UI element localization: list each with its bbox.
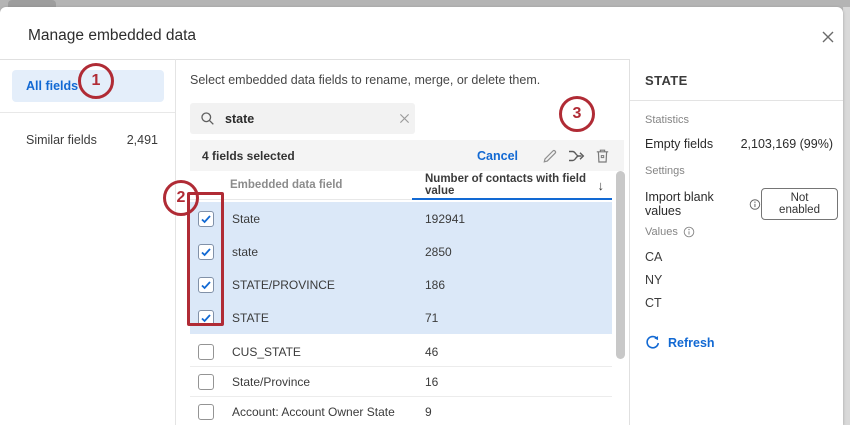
table-header-row: Embedded data field Number of contacts w…: [190, 171, 612, 200]
table-scrollbar-thumb[interactable]: [616, 171, 625, 359]
field-count: 71: [425, 311, 612, 325]
sidebar-divider: [175, 59, 176, 425]
dialog-window: Manage embedded data All fields Similar …: [0, 7, 843, 425]
field-name: Account: Account Owner State: [232, 405, 425, 419]
sidebar-horizontal-divider: [0, 112, 175, 113]
similar-fields-count: 2,491: [127, 133, 158, 147]
field-count: 16: [425, 375, 612, 389]
row-checkbox-unchecked[interactable]: [198, 344, 214, 360]
field-count: 46: [425, 345, 612, 359]
row-checkbox-unchecked[interactable]: [198, 404, 214, 420]
column-header-count[interactable]: Number of contacts with field value: [425, 173, 598, 197]
details-panel-title: STATE: [645, 73, 688, 88]
selection-action-bar: 4 fields selected Cancel: [190, 140, 624, 171]
refresh-values-button[interactable]: Refresh: [645, 335, 715, 350]
close-button[interactable]: [816, 25, 840, 49]
pencil-icon: [542, 148, 558, 164]
cancel-selection-button[interactable]: Cancel: [477, 149, 518, 163]
field-name: STATE/PROVINCE: [232, 278, 425, 292]
empty-fields-value: 2,103,169 (99%): [741, 137, 833, 151]
sorted-column-indicator: [412, 198, 612, 200]
all-fields-label: All fields: [26, 79, 78, 93]
similar-fields-label: Similar fields: [26, 133, 97, 147]
search-input[interactable]: [225, 112, 399, 126]
field-name: State: [232, 212, 425, 226]
annotation-step-2: 2: [163, 180, 199, 216]
instruction-text: Select embedded data fields to rename, m…: [190, 73, 540, 87]
field-name: STATE: [232, 311, 425, 325]
field-name: state: [232, 245, 425, 259]
empty-fields-stat: Empty fields 2,103,169 (99%): [645, 137, 833, 151]
refresh-icon: [645, 335, 660, 350]
annotation-step-3: 3: [559, 96, 595, 132]
rename-button[interactable]: [538, 145, 562, 167]
table-row[interactable]: State/Province 16: [190, 367, 612, 397]
value-item: CT: [645, 296, 662, 310]
value-item: CA: [645, 250, 662, 264]
header-divider: [0, 59, 629, 60]
search-clear-button[interactable]: [399, 113, 410, 124]
table-row[interactable]: STATE 71: [190, 301, 612, 334]
column-header-field: Embedded data field: [190, 179, 425, 191]
delete-button[interactable]: [590, 145, 614, 167]
panel-divider: [629, 59, 630, 425]
refresh-label: Refresh: [668, 336, 715, 350]
field-count: 9: [425, 405, 612, 419]
table-row[interactable]: CUS_STATE 46: [190, 337, 612, 367]
field-name: State/Province: [232, 375, 425, 389]
field-count: 2850: [425, 245, 612, 259]
import-blank-status-button[interactable]: Not enabled: [761, 188, 838, 220]
table-row[interactable]: state 2850: [190, 235, 612, 268]
row-checkbox-unchecked[interactable]: [198, 374, 214, 390]
value-item: NY: [645, 273, 662, 287]
manage-embedded-data-dialog: Manage embedded data All fields Similar …: [0, 0, 850, 425]
field-count: 192941: [425, 212, 612, 226]
info-icon: [749, 198, 761, 211]
merge-icon: [568, 148, 585, 164]
table-row[interactable]: Account: Account Owner State 9: [190, 397, 612, 425]
field-count: 186: [425, 278, 612, 292]
info-icon: [683, 226, 695, 238]
import-blank-values-label: Import blank values: [645, 190, 761, 218]
sidebar-item-similar-fields[interactable]: Similar fields 2,491: [12, 131, 164, 149]
field-name: CUS_STATE: [232, 345, 425, 359]
clear-icon: [399, 113, 410, 124]
dialog-title: Manage embedded data: [28, 27, 196, 45]
trash-icon: [595, 148, 610, 164]
annotation-step-1: 1: [78, 63, 114, 99]
sort-descending-icon[interactable]: ↓: [598, 178, 613, 193]
empty-fields-label: Empty fields: [645, 137, 713, 151]
annotation-rect-checkboxes: [187, 192, 224, 326]
background-top-strip: [0, 0, 850, 7]
background-right-strip: [843, 7, 850, 425]
table-row[interactable]: STATE/PROVINCE 186: [190, 268, 612, 301]
settings-section-label: Settings: [645, 165, 685, 177]
import-blank-values-setting: Import blank values Not enabled: [645, 188, 838, 220]
search-box[interactable]: [190, 103, 415, 134]
values-section-label: Values: [645, 226, 695, 238]
statistics-section-label: Statistics: [645, 114, 689, 126]
table-row[interactable]: State 192941: [190, 202, 612, 235]
close-icon: [821, 30, 835, 44]
search-icon: [200, 111, 215, 126]
merge-button[interactable]: [564, 145, 588, 167]
background-tab-artifact: [8, 0, 56, 7]
fields-selected-count: 4 fields selected: [202, 149, 295, 163]
details-panel-divider: [630, 100, 843, 101]
